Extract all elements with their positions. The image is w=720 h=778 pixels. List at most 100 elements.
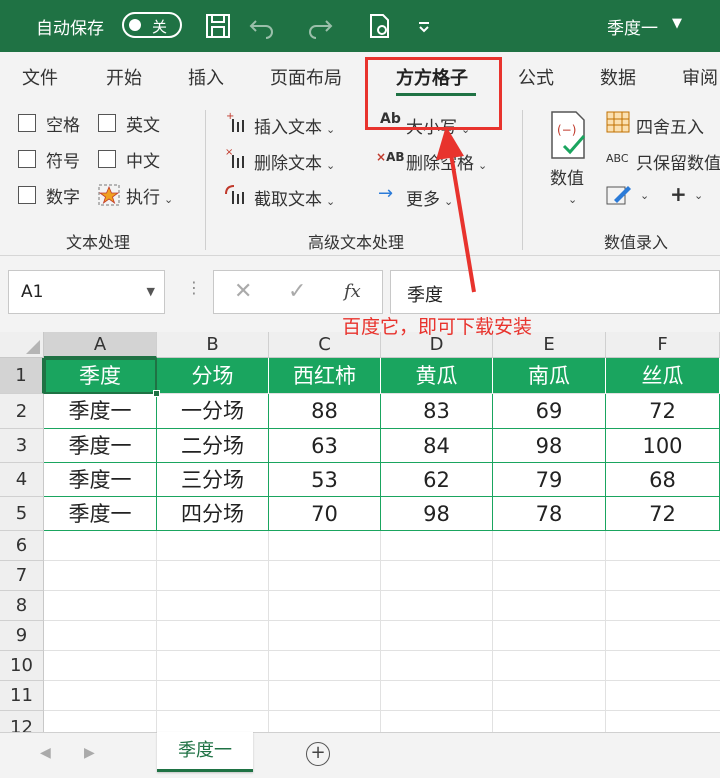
tab-data[interactable]: 数据 — [600, 64, 636, 90]
checkbox-english[interactable] — [98, 114, 116, 132]
table-cell[interactable]: 一分场 — [157, 394, 269, 429]
checkbox-symbol[interactable] — [18, 150, 36, 168]
table-cell[interactable]: 98 — [381, 497, 493, 531]
fill-handle[interactable] — [153, 390, 160, 397]
undo-icon[interactable] — [248, 13, 276, 39]
row-header[interactable]: 10 — [0, 651, 44, 681]
checkbox-space[interactable] — [18, 114, 36, 132]
chevron-down-icon[interactable]: ⌄ — [636, 184, 649, 204]
row-header[interactable]: 3 — [0, 429, 44, 463]
row-header[interactable]: 2 — [0, 394, 44, 429]
print-preview-icon[interactable] — [366, 13, 394, 39]
extract-text-button[interactable]: 截取文本 ⌄ — [254, 185, 335, 210]
select-all-corner[interactable] — [0, 332, 44, 358]
table-cell[interactable]: 62 — [381, 463, 493, 497]
table-cell[interactable]: 98 — [493, 429, 606, 463]
customize-qat-icon[interactable] — [410, 13, 438, 39]
table-cell[interactable]: 53 — [269, 463, 381, 497]
chevron-down-icon[interactable]: ⌄ — [690, 184, 703, 204]
autosave-label: 自动保存 — [36, 19, 104, 39]
insert-function-icon[interactable]: fx — [344, 281, 361, 302]
sheet-tab[interactable]: 季度一 — [157, 732, 253, 772]
table-cell[interactable]: 72 — [606, 497, 720, 531]
add-sheet-icon[interactable]: + — [306, 742, 330, 766]
delete-space-icon: ×AB — [376, 150, 405, 164]
tab-formulas[interactable]: 公式 — [518, 64, 554, 90]
group-label-adv-text: 高级文本处理 — [308, 233, 405, 252]
row-header[interactable]: 11 — [0, 681, 44, 711]
delete-text-icon: × — [225, 147, 244, 168]
name-box[interactable]: A1 ▼ — [8, 270, 165, 314]
more-options-icon[interactable]: ⋮ — [186, 278, 202, 297]
checkbox-number[interactable] — [18, 186, 36, 204]
row-header[interactable]: 5 — [0, 497, 44, 531]
sheet-next-icon[interactable]: ▶ — [84, 745, 95, 761]
table-cell[interactable]: 70 — [269, 497, 381, 531]
table-cell[interactable]: 季度一 — [44, 497, 157, 531]
sheet-prev-icon[interactable]: ◀ — [40, 745, 51, 761]
row-header[interactable]: 4 — [0, 463, 44, 497]
row-header[interactable]: 9 — [0, 621, 44, 651]
cancel-icon[interactable]: ✕ — [234, 279, 252, 304]
check-icon[interactable]: ✓ — [288, 279, 306, 304]
document-title[interactable]: 季度一 — [607, 14, 658, 39]
execute-button[interactable]: 执行 ⌄ — [126, 183, 173, 208]
column-header-a[interactable]: A — [44, 332, 157, 358]
chevron-down-icon[interactable]: ▼ — [147, 285, 155, 298]
table-cell[interactable]: 78 — [493, 497, 606, 531]
row-header[interactable]: 1 — [0, 358, 44, 394]
table-cell[interactable]: 68 — [606, 463, 720, 497]
table-cell[interactable]: 季度一 — [44, 394, 157, 429]
table-cell[interactable]: 100 — [606, 429, 720, 463]
numeric-icon: (−) — [551, 111, 586, 159]
tab-page-layout[interactable]: 页面布局 — [270, 64, 342, 90]
edit-grid-icon[interactable] — [606, 184, 632, 206]
table-header-cell[interactable]: 黄瓜 — [381, 358, 493, 394]
chevron-down-icon[interactable]: ⌄ — [564, 188, 577, 208]
grid-line — [156, 531, 157, 732]
chevron-down-icon: ⌄ — [326, 195, 336, 208]
table-cell[interactable]: 四分场 — [157, 497, 269, 531]
delete-text-button[interactable]: 删除文本 ⌄ — [254, 149, 335, 174]
table-cell[interactable]: 83 — [381, 394, 493, 429]
chevron-down-icon[interactable]: ▼ — [672, 16, 682, 31]
plus-icon[interactable]: + — [670, 182, 687, 206]
row-header[interactable]: 6 — [0, 531, 44, 561]
ribbon: 空格 英文 符号 中文 数字 执行 ⌄ 文本处理 + 插入文本 ⌄ × 删除文本 ⌄ … — [0, 98, 720, 256]
autosave-toggle[interactable]: 关 — [122, 12, 182, 38]
table-cell[interactable]: 69 — [493, 394, 606, 429]
toggle-knob — [129, 19, 141, 31]
tab-review[interactable]: 审阅 — [682, 64, 718, 90]
numeric-button[interactable]: 数值 — [550, 164, 584, 189]
table-header-cell[interactable]: 南瓜 — [493, 358, 606, 394]
row-header[interactable]: 8 — [0, 591, 44, 621]
table-cell[interactable]: 二分场 — [157, 429, 269, 463]
table-cell[interactable]: 79 — [493, 463, 606, 497]
row-header[interactable]: 12 — [0, 711, 44, 732]
round-button[interactable]: 四舍五入 — [636, 113, 704, 138]
option-space: 空格 — [46, 116, 80, 136]
table-header-cell[interactable]: 分场 — [157, 358, 269, 394]
table-cell[interactable]: 63 — [269, 429, 381, 463]
column-header-f[interactable]: F — [606, 332, 720, 358]
tab-home[interactable]: 开始 — [106, 64, 142, 90]
tab-file[interactable]: 文件 — [22, 64, 58, 90]
table-cell[interactable]: 88 — [269, 394, 381, 429]
table-cell[interactable]: 72 — [606, 394, 720, 429]
insert-text-button[interactable]: 插入文本 ⌄ — [254, 113, 335, 138]
redo-icon[interactable] — [306, 13, 334, 39]
tab-insert[interactable]: 插入 — [188, 64, 224, 90]
table-header-cell[interactable]: 丝瓜 — [606, 358, 720, 394]
save-icon[interactable] — [204, 13, 232, 39]
table-cell[interactable]: 季度一 — [44, 429, 157, 463]
table-cell[interactable]: 季度一 — [44, 463, 157, 497]
annotation-text: 百度它，即可下载安装 — [342, 316, 533, 338]
column-header-b[interactable]: B — [157, 332, 269, 358]
table-cell[interactable]: 84 — [381, 429, 493, 463]
row-header[interactable]: 7 — [0, 561, 44, 591]
checkbox-chinese[interactable] — [98, 150, 116, 168]
keep-numeric-button[interactable]: 只保留数值 — [636, 149, 720, 174]
abc-icon: ABC — [606, 152, 629, 165]
table-header-cell[interactable]: 西红柿 — [269, 358, 381, 394]
table-cell[interactable]: 三分场 — [157, 463, 269, 497]
